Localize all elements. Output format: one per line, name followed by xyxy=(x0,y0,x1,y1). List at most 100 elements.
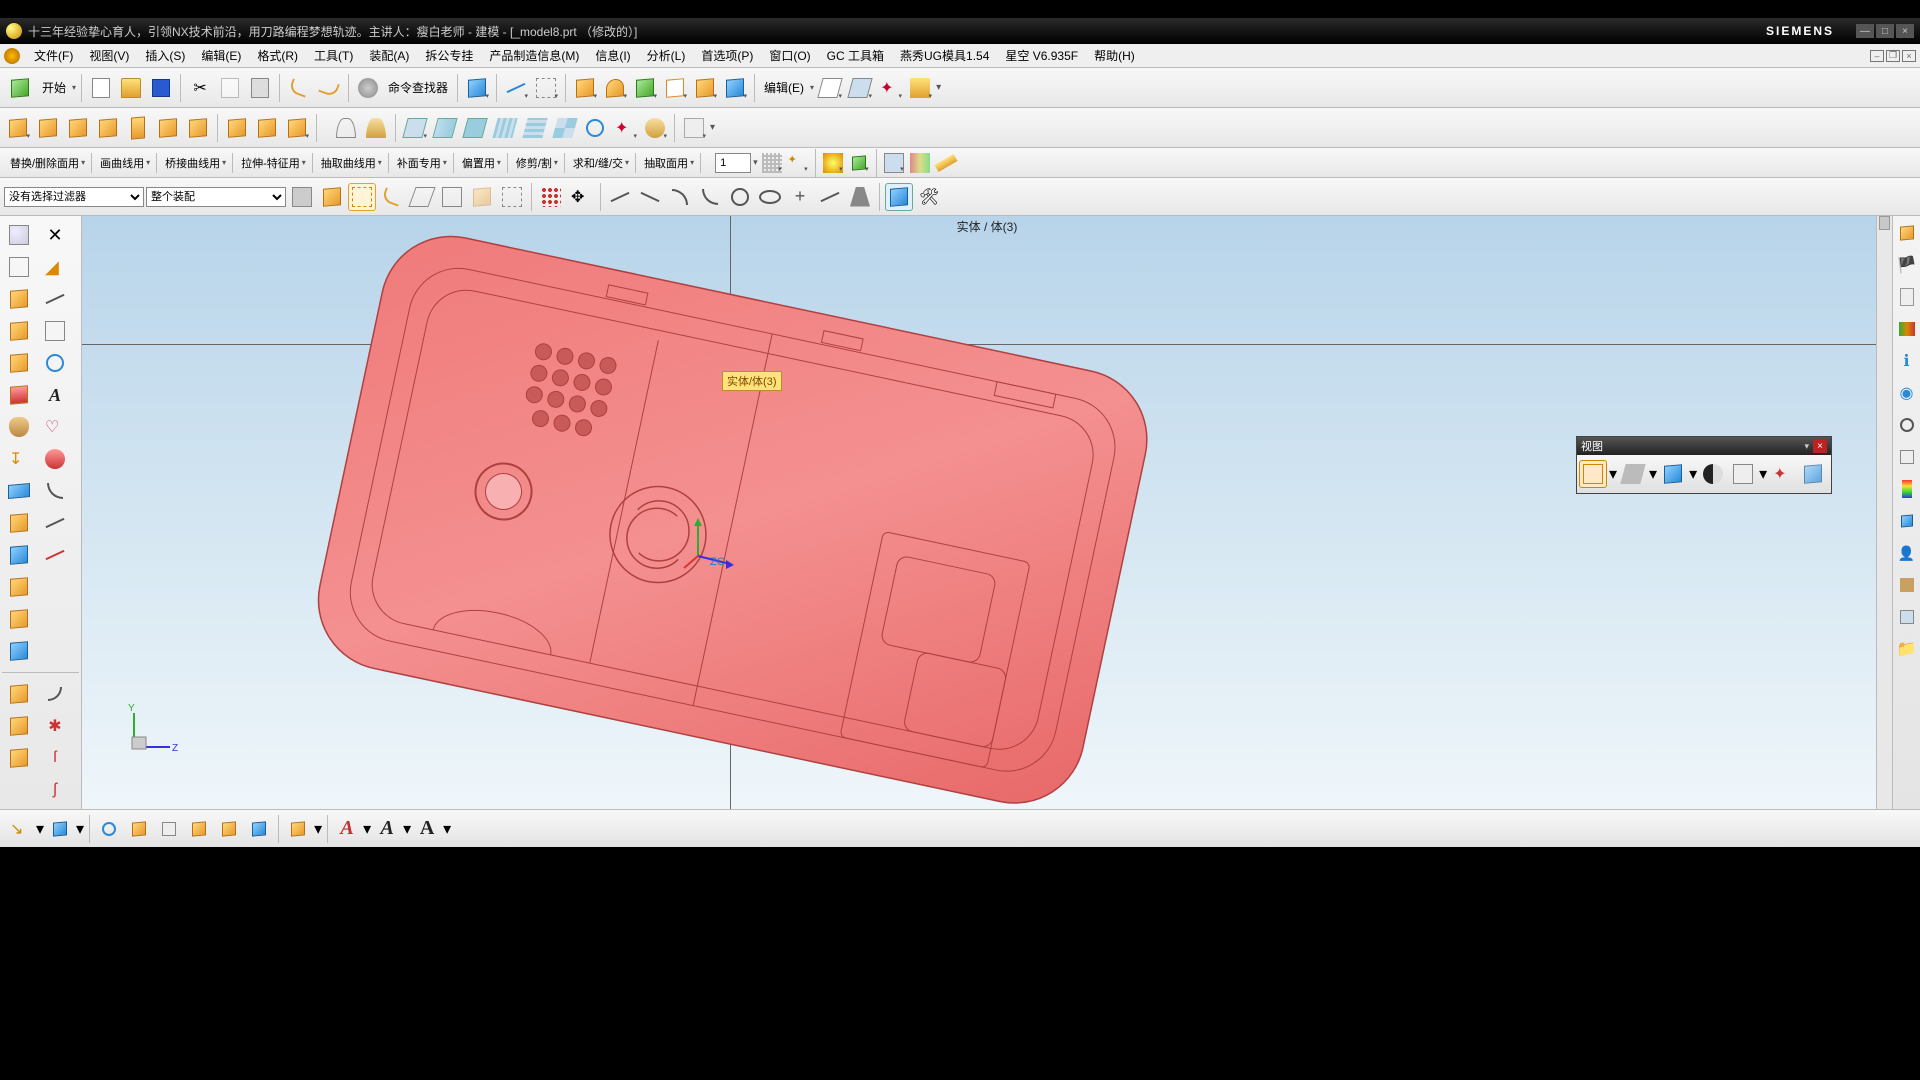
ld-btn-9[interactable] xyxy=(2,348,36,378)
sheet-tool-5[interactable] xyxy=(521,114,549,142)
ruler-tool-button[interactable] xyxy=(934,151,958,175)
trim-split-menu[interactable]: 修剪/割▾ xyxy=(510,153,565,173)
menu-assembly[interactable]: 装配(A) xyxy=(361,47,417,64)
ld-btn-25[interactable] xyxy=(2,604,36,634)
body-tool-6[interactable] xyxy=(154,114,182,142)
menu-view[interactable]: 视图(V) xyxy=(81,47,137,64)
sel-tool-1[interactable] xyxy=(288,183,316,211)
sel-tool-4[interactable] xyxy=(378,183,406,211)
body-tool-2[interactable] xyxy=(34,114,62,142)
bt-btn-9[interactable] xyxy=(284,815,312,843)
selection-scope-select[interactable]: 整个装配 xyxy=(146,187,286,207)
selection-filter-select[interactable]: 没有选择过滤器 xyxy=(4,187,144,207)
snap-line2-button[interactable] xyxy=(636,183,664,211)
view-palette[interactable]: 视图 ▾ × ▾ ▾ ▾ ▾ ✦ xyxy=(1576,436,1832,494)
datum-button[interactable]: ▾ xyxy=(532,74,560,102)
extract-curve-menu[interactable]: 抽取曲线用▾ xyxy=(315,153,389,173)
snap-line-button[interactable] xyxy=(606,183,634,211)
rd-btn-3[interactable] xyxy=(1896,286,1918,308)
grid-tool-button[interactable]: ▾ xyxy=(760,151,784,175)
copy-button[interactable] xyxy=(216,74,244,102)
cut-button[interactable]: ✂ xyxy=(186,74,214,102)
body-tool-8[interactable] xyxy=(223,114,251,142)
bridge-curve-menu[interactable]: 桥接曲线用▾ xyxy=(159,153,233,173)
snap-arc-button[interactable] xyxy=(666,183,694,211)
sel-tool-5[interactable] xyxy=(408,183,436,211)
rd-btn-1[interactable] xyxy=(1896,222,1918,244)
replace-delete-face-menu[interactable]: 替换/删除面用▾ xyxy=(4,153,92,173)
redo-button[interactable] xyxy=(315,74,343,102)
ld-btn-20[interactable] xyxy=(38,508,72,538)
palette-fit-button[interactable] xyxy=(1579,460,1607,488)
shaded-tool-button[interactable]: ▾ xyxy=(847,151,871,175)
boolean-sew-menu[interactable]: 求和/缝/交▾ xyxy=(567,153,636,173)
ld-btn-26[interactable] xyxy=(38,604,72,634)
body-tool-9[interactable] xyxy=(253,114,281,142)
sel-tool-7[interactable] xyxy=(468,183,496,211)
menu-pref[interactable]: 首选项(P) xyxy=(693,47,761,64)
ld-btn-36[interactable]: ʃ xyxy=(38,775,72,805)
sheet-tool-2[interactable] xyxy=(431,114,459,142)
sheet-tool-1[interactable]: ▾ xyxy=(401,114,429,142)
palette-orient-button[interactable]: ✦ xyxy=(1769,460,1797,488)
ld-btn-11[interactable] xyxy=(2,380,36,410)
ld-btn-31[interactable] xyxy=(2,711,36,741)
palette-section-button[interactable] xyxy=(1699,460,1727,488)
mdi-restore-button[interactable]: ❐ xyxy=(1886,50,1900,62)
snap-tangent-button[interactable] xyxy=(696,183,724,211)
save-button[interactable] xyxy=(147,74,175,102)
body-tool-3[interactable] xyxy=(64,114,92,142)
edit-feature-button[interactable]: ▾ xyxy=(816,74,844,102)
extrude-button[interactable]: ▾ xyxy=(571,74,599,102)
menu-insert[interactable]: 插入(S) xyxy=(137,47,193,64)
sheet-tool-3[interactable] xyxy=(461,114,489,142)
snap-point-button[interactable]: + xyxy=(786,183,814,211)
bt-btn-2[interactable] xyxy=(46,815,74,843)
ld-btn-32[interactable]: ✱ xyxy=(38,711,72,741)
menu-help[interactable]: 帮助(H) xyxy=(1086,47,1143,64)
offset-menu[interactable]: 偏置用▾ xyxy=(456,153,508,173)
sel-tool-3-active[interactable] xyxy=(348,183,376,211)
sel-tool-2[interactable] xyxy=(318,183,346,211)
ld-btn-13[interactable] xyxy=(2,412,36,442)
snap-circle-button[interactable] xyxy=(726,183,754,211)
body-tool-4[interactable] xyxy=(94,114,122,142)
rd-btn-8[interactable] xyxy=(1896,446,1918,468)
surf-tool-1[interactable] xyxy=(332,114,360,142)
ld-btn-15[interactable]: ↧ xyxy=(2,444,36,474)
menu-info[interactable]: 信息(I) xyxy=(587,47,638,64)
paste-button[interactable] xyxy=(246,74,274,102)
menu-analyze[interactable]: 分析(L) xyxy=(639,47,694,64)
start-button[interactable] xyxy=(4,72,36,104)
sel-tool-8[interactable] xyxy=(498,183,526,211)
ld-btn-28[interactable] xyxy=(38,636,72,666)
extract-face-menu[interactable]: 抽取面用▾ xyxy=(638,153,701,173)
quantity-input[interactable] xyxy=(715,153,751,173)
ld-btn-3[interactable] xyxy=(2,252,36,282)
analyze-tool-2[interactable]: ✦▾ xyxy=(611,114,639,142)
menu-yanxiu[interactable]: 燕秀UG模具1.54 xyxy=(892,47,997,64)
ld-btn-6[interactable] xyxy=(38,284,72,314)
palette-iso-button[interactable] xyxy=(1799,460,1827,488)
ld-btn-30[interactable] xyxy=(38,679,72,709)
ld-btn-22[interactable] xyxy=(38,540,72,570)
ld-btn-21[interactable] xyxy=(2,540,36,570)
rd-btn-4[interactable] xyxy=(1896,318,1918,340)
ld-btn-24[interactable] xyxy=(38,572,72,602)
ld-btn-5[interactable] xyxy=(2,284,36,314)
measure-dist-button[interactable]: ▾ xyxy=(502,74,530,102)
shaded-mode-button[interactable] xyxy=(885,183,913,211)
palette-cube-button[interactable] xyxy=(1659,460,1687,488)
menu-pmi[interactable]: 产品制造信息(M) xyxy=(481,47,587,64)
menu-split[interactable]: 拆公专挂 xyxy=(417,47,481,64)
extrude-feature-menu[interactable]: 拉伸-特征用▾ xyxy=(235,153,313,173)
bt-btn-5[interactable] xyxy=(155,815,183,843)
ld-btn-8[interactable] xyxy=(38,316,72,346)
bt-text-a1[interactable]: A xyxy=(333,815,361,843)
unite-button[interactable]: ▾ xyxy=(721,74,749,102)
minimize-button[interactable]: — xyxy=(1856,24,1874,38)
shell-button[interactable]: ▾ xyxy=(661,74,689,102)
ld-btn-23[interactable] xyxy=(2,572,36,602)
command-finder-label[interactable]: 命令查找器 xyxy=(384,79,452,96)
body-tool-5[interactable] xyxy=(124,114,152,142)
